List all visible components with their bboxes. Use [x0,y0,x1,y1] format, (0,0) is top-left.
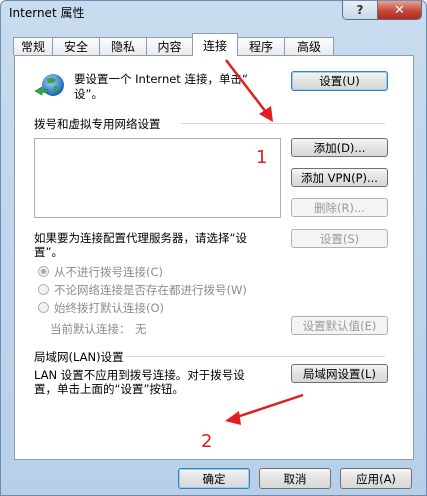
proxy-text-line1: 如果要为连接配置代理服务器，请选择“设 [34,231,247,245]
set-default-button[interactable]: 设置默认值(E) [291,316,388,335]
annotation-arrow-2 [225,393,304,425]
setup-button[interactable]: 设置(U) [291,71,388,91]
internet-globe-icon [34,74,64,96]
add-vpn-button[interactable]: 添加 VPN(P)... [291,168,388,187]
lan-header: 局域网(LAN)设置 [34,350,124,364]
option-always-dial-label: 始终拨打默认连接(O) [54,301,165,315]
title-bar-controls: ? ✕ [342,1,422,20]
dialup-group-divider [181,123,385,124]
annotation-arrow-1 [225,59,273,122]
tab-content[interactable]: 内容 [146,37,193,55]
proxy-text-line2: 置”。 [34,245,63,259]
ok-button[interactable]: 确定 [178,468,250,489]
radio-never-dial[interactable] [38,266,49,277]
connection-settings-button[interactable]: 设置(S) [291,229,388,248]
internet-properties-window: Internet 属性 ? ✕ 常规 安全 隐私 内容 连接 程序 高级 要设置… [0,0,427,496]
annotation-number-2: 2 [201,431,213,452]
lan-group-divider [126,356,385,357]
tab-general[interactable]: 常规 [13,37,53,55]
cancel-button[interactable]: 取消 [259,468,331,489]
add-connection-button[interactable]: 添加(D)... [291,138,388,157]
help-button[interactable]: ? [343,1,378,19]
current-default-label: 当前默认连接： [50,322,131,336]
lan-text-line2: 置，单击上面的“设置”按钮。 [34,382,184,396]
annotation-number-1: 1 [256,147,268,168]
tab-programs[interactable]: 程序 [237,37,285,55]
dialup-vpn-header: 拨号和虚拟专用网络设置 [34,117,161,131]
delete-connection-button[interactable]: 删除(R)... [291,198,388,217]
lan-settings-button[interactable]: 局域网设置(L) [291,364,388,383]
setup-text-line2: 设”。 [74,87,103,101]
close-button[interactable]: ✕ [378,1,421,19]
tab-connections[interactable]: 连接 [192,33,238,56]
current-default-value: 无 [135,322,147,336]
tab-advanced[interactable]: 高级 [284,37,334,55]
option-never-dial-label: 从不进行拨号连接(C) [54,265,164,279]
connections-listbox[interactable] [34,138,281,218]
option-dial-whenever-label: 不论网络连接是否存在都进行拨号(W) [54,283,247,297]
radio-always-dial-default[interactable] [38,302,49,313]
window-title: Internet 属性 [9,6,85,20]
apply-button[interactable]: 应用(A) [340,468,412,489]
tab-privacy[interactable]: 隐私 [99,37,147,55]
radio-dial-whenever[interactable] [38,284,49,295]
tab-security[interactable]: 安全 [52,37,100,55]
